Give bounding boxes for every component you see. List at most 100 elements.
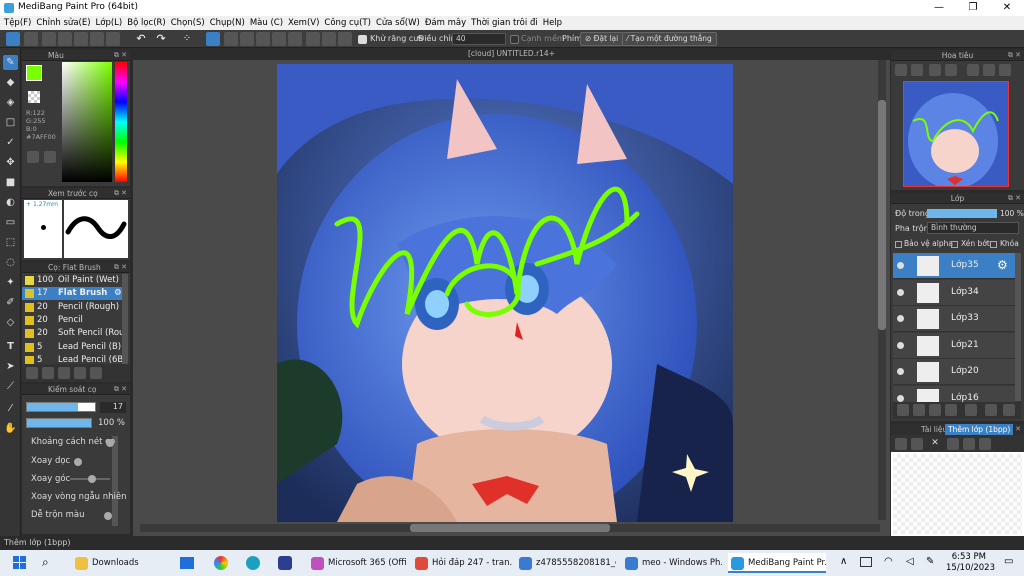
snap-ellipse-icon[interactable] [322,32,336,46]
actual-size-icon[interactable] [945,64,957,76]
stroke-spacing-knob[interactable] [106,439,114,447]
undo-icon[interactable]: ↶ [134,32,148,46]
operation-tool-icon[interactable]: ➤ [3,359,18,374]
windows-taskbar-icon[interactable] [180,557,194,569]
snap-off-icon[interactable] [206,32,220,46]
save-icon[interactable] [106,32,120,46]
chrome-icon[interactable] [214,556,228,570]
brush-list-scrollbar[interactable] [122,274,128,364]
navigator-thumbnail[interactable] [903,81,1009,187]
rotate-left-icon[interactable] [967,64,979,76]
select-pen-icon[interactable]: ✐ [3,295,18,310]
close-button[interactable]: ✕ [990,0,1024,16]
pen-icon[interactable]: ✎ [926,556,934,567]
chevron-up-icon[interactable]: ∧ [840,556,847,567]
move-tool-icon[interactable]: ✥ [3,155,18,170]
panel-close-icon[interactable]: ⧉ ✕ [1008,50,1021,61]
panel-close-icon[interactable]: ⧉ ✕ [114,262,127,273]
grid-icon[interactable] [74,32,88,46]
taskbar-item[interactable]: Hỏi đáp 247 - tran... [412,553,512,573]
brush-item[interactable]: 20 Pencil [22,314,126,327]
panel-icon[interactable] [90,32,104,46]
layer-opacity-slider[interactable] [927,209,997,218]
taskbar-item[interactable]: MediBang Paint Pr... [728,553,826,573]
divide-tool-icon[interactable]: ⟋ [3,379,18,394]
pen-tool-icon[interactable]: ✓ [3,135,18,150]
layer-visibility-icon[interactable] [897,262,904,269]
brush-tool-icon[interactable]: ✎ [3,55,18,70]
dot-eraser-icon[interactable]: ◈ [3,95,18,110]
reset-button[interactable]: ⊘ Đặt lại [580,32,624,46]
eyedropper-icon[interactable]: ⁄ [3,401,18,416]
delete-layer-icon[interactable] [1003,404,1015,416]
menu-snap[interactable]: Chụp(N) [210,16,250,30]
zoom-out-icon[interactable] [911,64,923,76]
battery-icon[interactable] [860,557,872,567]
layer-visibility-icon[interactable] [897,368,904,376]
brush-size-slider[interactable] [26,402,96,412]
cloud-icon[interactable] [895,438,907,450]
brush-item[interactable]: 100 Oil Paint (Wet) [22,274,126,287]
layer-row[interactable]: Lớp20 [893,359,1015,386]
merge-down-icon[interactable] [965,404,977,416]
menu-filter[interactable]: Bộ lọc(R) [127,16,171,30]
new-brush-icon[interactable] [42,367,54,379]
opacity-slider[interactable] [26,418,92,428]
menu-view[interactable]: Xem(V) [288,16,324,30]
material-preview[interactable] [893,454,1022,534]
brush-item[interactable]: 20 Pencil (Rough) [22,301,126,314]
menu-edit[interactable]: Chỉnh sửa(E) [36,16,95,30]
taskbar-item[interactable]: meo - Windows Ph... [622,553,722,573]
snap-circle-icon[interactable] [306,32,320,46]
brush-item[interactable]: 20 Soft Pencil (Rou [22,327,126,340]
search-icon[interactable]: ⌕ [42,555,49,570]
speaker-icon[interactable]: ◁ [906,556,914,567]
layer-row[interactable]: Lớp35 ⚙ [893,253,1015,279]
edge-icon[interactable] [246,556,260,570]
taskbar-item[interactable]: Microsoft 365 (Offi... [308,553,406,573]
windows-start-icon[interactable] [13,556,27,570]
comment-icon[interactable] [42,32,56,46]
flip-icon[interactable] [999,64,1011,76]
lasso-icon[interactable]: ◌ [3,255,18,270]
layer-row[interactable]: Lớp33 [893,306,1015,333]
color-history-icon[interactable] [44,151,56,163]
magic-wand-icon[interactable]: ✦ [3,275,18,290]
panel-close-icon[interactable]: ⧉ ✕ [114,50,127,61]
taskbar-item[interactable]: z4785558208181_e... [516,553,616,573]
menu-help[interactable]: Help [543,16,567,30]
vertical-scroll-thumb[interactable] [878,100,886,330]
snap-radial-icon[interactable] [256,32,270,46]
gradient-icon[interactable]: ▭ [3,215,18,230]
eraser-tool-icon[interactable]: ◆ [3,75,18,90]
document-tab[interactable]: [cloud] UNTITLED.r14+ [133,48,890,60]
rotate-right-icon[interactable] [983,64,995,76]
minimize-button[interactable]: — [922,0,956,16]
brush-item[interactable]: 17 Flat Brush ⚙ [22,287,126,301]
zoom-in-icon[interactable] [895,64,907,76]
tab-materials[interactable]: Tài liệu [921,425,947,434]
wifi-icon[interactable]: ◠ [884,556,893,567]
zoom-in-icon[interactable] [947,438,959,450]
close-icon[interactable]: ✕ [929,438,941,450]
layer-row[interactable]: Lớp21 [893,332,1015,359]
brush-folder-icon[interactable] [90,367,102,379]
lock-checkbox[interactable] [990,241,997,248]
open-icon[interactable] [24,32,38,46]
palette-icon[interactable] [27,151,39,163]
snap-curve-icon[interactable] [288,32,302,46]
snap-grid-icon[interactable] [240,32,254,46]
snap-perspective-icon[interactable] [272,32,286,46]
fit-icon[interactable] [963,438,975,450]
vertical-rotation-knob[interactable] [74,458,82,466]
zoom-out-icon[interactable] [979,438,991,450]
layer-settings-icon[interactable]: ⚙ [997,258,1008,272]
select-eraser-icon[interactable]: ◇ [3,315,18,330]
brush-settings-icon[interactable]: ⚙ [114,287,122,300]
select-rect-icon[interactable]: ⬚ [3,235,18,250]
menu-window[interactable]: Cửa sổ(W) [376,16,425,30]
snap-parallel-icon[interactable] [224,32,238,46]
layer-visibility-icon[interactable] [897,288,904,296]
layer-scrollbar[interactable] [1015,253,1021,401]
fill-rect-icon[interactable]: ■ [3,175,18,190]
